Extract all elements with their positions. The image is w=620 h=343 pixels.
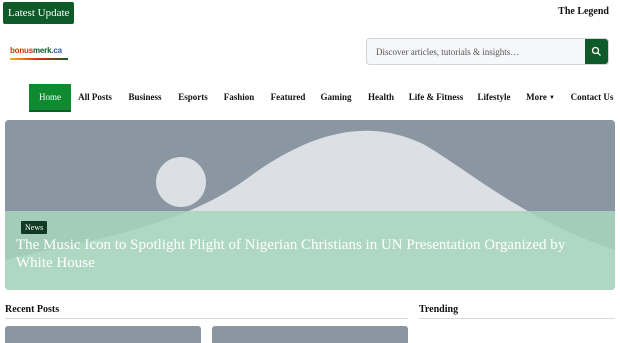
the-legend-link[interactable]: The Legend xyxy=(558,6,609,17)
nav-health[interactable]: Health xyxy=(365,84,397,110)
logo-text-part3: .ca xyxy=(51,46,62,55)
nav-gaming[interactable]: Gaming xyxy=(317,84,355,110)
trending-divider xyxy=(419,318,615,319)
latest-update-badge[interactable]: Latest Update xyxy=(3,2,75,24)
category-tag[interactable]: News xyxy=(21,221,48,234)
nav-all-posts[interactable]: All Posts xyxy=(76,84,114,110)
logo-underline xyxy=(10,58,68,60)
nav-featured[interactable]: Featured xyxy=(267,84,309,110)
nav-more-label: More xyxy=(526,92,547,102)
recent-post-card[interactable] xyxy=(212,326,408,343)
recent-posts-divider xyxy=(5,318,408,319)
nav-active-indicator xyxy=(29,110,71,112)
top-bar: Latest Update The Legend xyxy=(0,0,620,25)
search-bar xyxy=(366,38,609,65)
nav-lifestyle[interactable]: Lifestyle xyxy=(474,84,514,110)
hero-featured-post[interactable]: News The Music Icon to Spotlight Plight … xyxy=(5,120,615,290)
logo-text-part1: bonus xyxy=(10,46,33,55)
search-icon xyxy=(591,46,601,56)
nav-business[interactable]: Business xyxy=(124,84,166,110)
nav-home[interactable]: Home xyxy=(29,84,71,110)
hero-title[interactable]: The Music Icon to Spotlight Plight of Ni… xyxy=(16,236,576,272)
chevron-down-icon: ▼ xyxy=(548,94,555,101)
trending-heading: Trending xyxy=(419,304,459,315)
nav-contact-us[interactable]: Contact Us xyxy=(567,84,617,110)
nav-esports[interactable]: Esports xyxy=(174,84,212,110)
nav-fashion[interactable]: Fashion xyxy=(221,84,257,110)
search-input[interactable] xyxy=(367,39,586,64)
recent-post-card[interactable] xyxy=(5,326,201,343)
main-nav: Home All Posts Business Esports Fashion … xyxy=(0,84,620,110)
nav-more[interactable]: More ▼ xyxy=(523,84,558,110)
logo-text-part2: merk xyxy=(33,46,52,55)
nav-life-fitness[interactable]: Life & Fitness xyxy=(408,84,464,110)
recent-posts-heading: Recent Posts xyxy=(5,304,60,315)
search-button[interactable] xyxy=(585,39,608,64)
